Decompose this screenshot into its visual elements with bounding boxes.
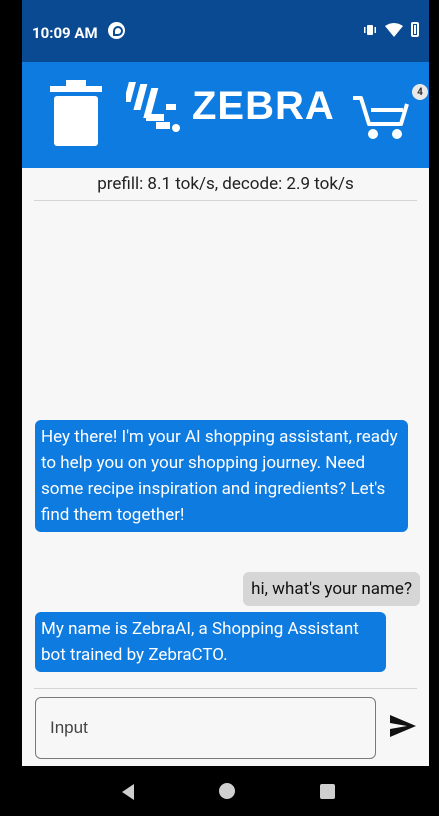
- brand-name: ZEBRA: [192, 83, 335, 128]
- bot-message: Hey there! I'm your AI shopping assistan…: [35, 420, 408, 532]
- phone-screen: 10:09 AM ZEBRA 4 prefill: 8.1 tok/s, dec…: [22, 0, 429, 816]
- app-bar: ZEBRA 4: [22, 62, 429, 168]
- zebra-logo: ZEBRA: [126, 78, 335, 134]
- zebra-head-icon: [126, 82, 180, 132]
- back-icon[interactable]: [118, 782, 138, 802]
- user-message: hi, what's your name?: [243, 572, 420, 606]
- send-icon[interactable]: [389, 712, 417, 740]
- speed-stats: prefill: 8.1 tok/s, decode: 2.9 tok/s: [97, 174, 354, 194]
- vibrate-icon: [364, 24, 376, 35]
- recent-apps-icon[interactable]: [320, 784, 335, 799]
- notification-app-icon: [108, 22, 125, 39]
- status-bar: 10:09 AM: [22, 0, 429, 62]
- divider: [34, 200, 417, 201]
- cart-count-badge: 4: [412, 84, 428, 100]
- trash-icon[interactable]: [50, 80, 102, 146]
- bot-message: My name is ZebraAI, a Shopping Assistant…: [35, 612, 386, 672]
- status-icons: [363, 22, 419, 37]
- home-icon[interactable]: [219, 783, 235, 799]
- battery-icon: [411, 22, 419, 37]
- message-input[interactable]: [35, 697, 376, 759]
- divider: [34, 688, 417, 689]
- cart-icon[interactable]: [351, 84, 413, 142]
- status-time: 10:09 AM: [32, 24, 98, 42]
- wifi-icon: [385, 22, 403, 37]
- navigation-bar: [22, 766, 429, 816]
